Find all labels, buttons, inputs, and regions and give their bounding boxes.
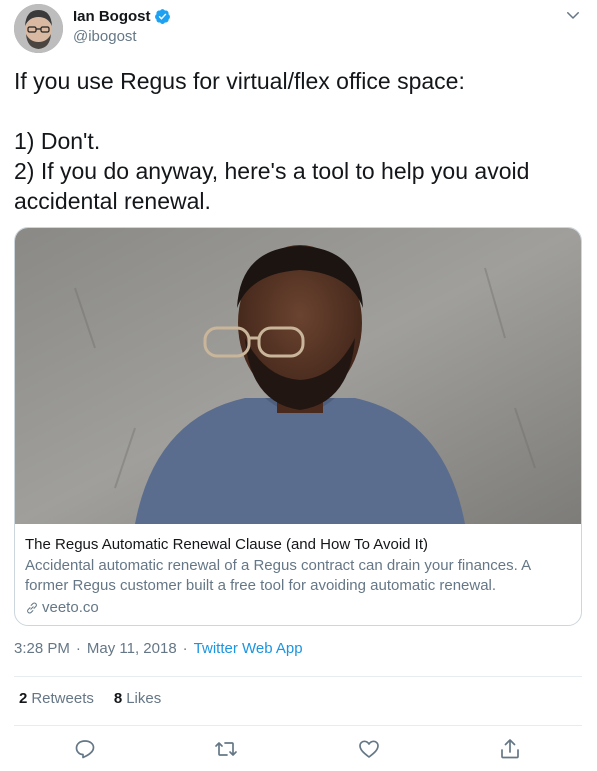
tweet-source[interactable]: Twitter Web App: [194, 640, 303, 657]
avatar-icon: [14, 4, 63, 53]
retweets-label: Retweets: [31, 690, 94, 707]
retweet-icon[interactable]: [214, 737, 238, 761]
tweet-meta: 3:28 PM · May 11, 2018 · Twitter Web App: [14, 640, 303, 657]
card-title[interactable]: The Regus Automatic Renewal Clause (and …: [25, 535, 571, 555]
retweets-stat[interactable]: 2 Retweets: [19, 690, 94, 707]
author-name-row[interactable]: Ian Bogost: [73, 8, 171, 25]
tweet-header: Ian Bogost @ibogost: [14, 4, 584, 56]
divider: [14, 676, 582, 677]
link-icon: [27, 602, 37, 614]
tweet-stats: 2 Retweets 8 Likes: [19, 690, 181, 707]
link-card[interactable]: The Regus Automatic Renewal Clause (and …: [14, 227, 582, 626]
chevron-down-icon[interactable]: [564, 6, 582, 24]
reply-icon[interactable]: [73, 737, 97, 761]
author-name[interactable]: Ian Bogost: [73, 8, 151, 25]
card-image: [15, 228, 581, 524]
card-body: The Regus Automatic Renewal Clause (and …: [25, 535, 571, 618]
retweets-count: 2: [19, 690, 28, 707]
divider: [14, 725, 582, 726]
card-domain-row: veeto.co: [25, 598, 571, 618]
tweet-time[interactable]: 3:28 PM: [14, 640, 70, 657]
share-icon[interactable]: [498, 737, 522, 761]
likes-stat[interactable]: 8 Likes: [114, 690, 161, 707]
tweet-actions: [14, 737, 582, 763]
like-icon[interactable]: [357, 737, 381, 761]
verified-badge-icon: [154, 9, 170, 24]
author-handle[interactable]: @ibogost: [73, 28, 137, 45]
likes-label: Likes: [126, 690, 162, 707]
meta-separator: ·: [75, 640, 81, 657]
author-avatar[interactable]: [14, 4, 63, 53]
meta-separator: ·: [182, 640, 188, 657]
tweet-date[interactable]: May 11, 2018: [87, 640, 177, 657]
tweet-text: If you use Regus for virtual/flex office…: [14, 68, 530, 214]
likes-count: 8: [113, 690, 123, 707]
card-domain: veeto.co: [42, 599, 99, 616]
card-description: Accidental automatic renewal of a Regus …: [25, 557, 531, 594]
